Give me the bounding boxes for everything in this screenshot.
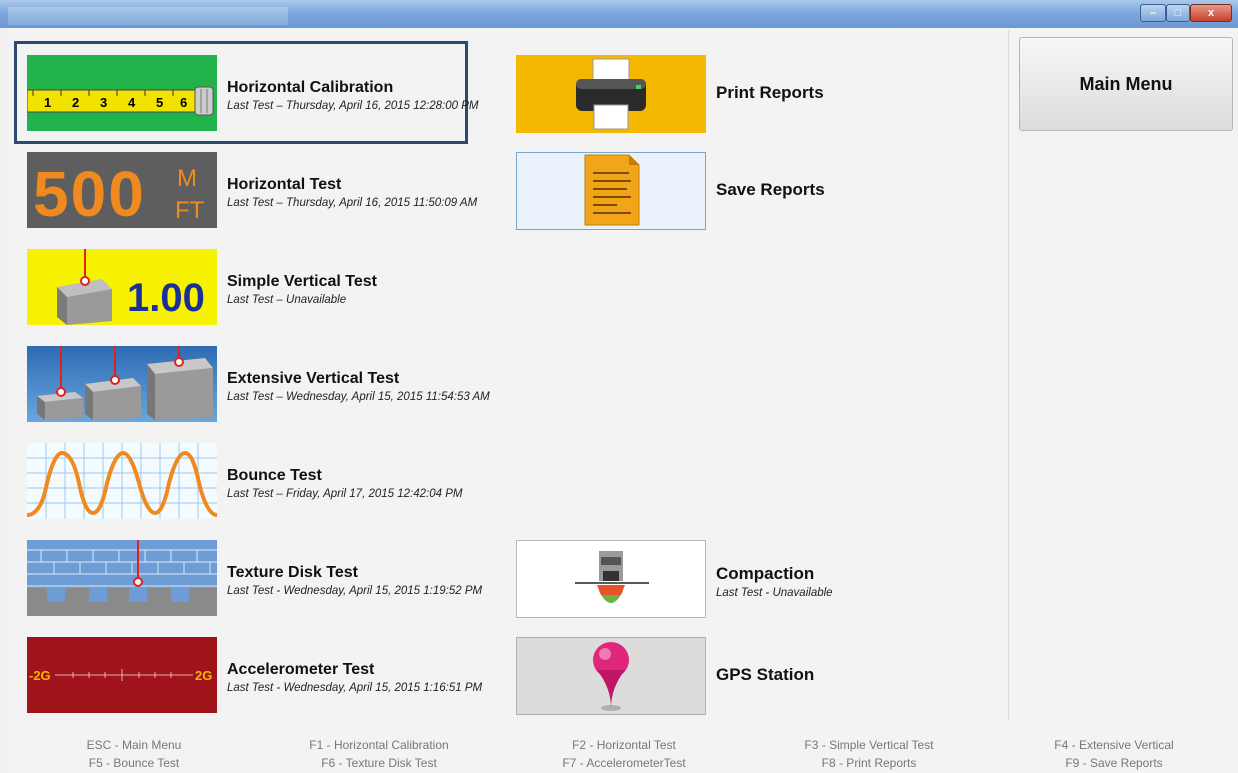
tile-title: Accelerometer Test xyxy=(227,661,375,678)
shortcut-hint: F6 - Texture Disk Test xyxy=(321,756,437,770)
tile-title: Simple Vertical Test xyxy=(227,273,377,290)
window-titlebar: – □ x xyxy=(0,0,1238,28)
tile-print-reports[interactable]: Print Reports xyxy=(516,55,916,135)
last-test-text: Last Test - Wednesday, April 15, 2015 1:… xyxy=(227,585,483,597)
last-test-text: Last Test – Friday, April 17, 2015 12:42… xyxy=(227,488,463,500)
tile-title: Compaction xyxy=(716,564,815,583)
last-test-text: Last Test – Thursday, April 16, 2015 11:… xyxy=(227,197,478,209)
shortcut-column: F1 - Horizontal Calibration F6 - Texture… xyxy=(259,736,499,772)
tile-accelerometer-test[interactable]: -2G 2G Accelerometer Test Last Test - We… xyxy=(27,637,482,717)
last-test-text: Last Test – Wednesday, April 15, 2015 11… xyxy=(227,391,490,403)
main-menu-button[interactable]: Main Menu xyxy=(1019,37,1233,131)
block-drop-icon: 1.00 xyxy=(27,249,217,325)
unit-label: FT xyxy=(175,197,205,224)
tape-tick-label: 4 xyxy=(128,95,136,110)
last-test-text: Last Test - Unavailable xyxy=(716,587,833,599)
tile-title: Print Reports xyxy=(716,83,824,102)
shortcut-column: F3 - Simple Vertical Test F8 - Print Rep… xyxy=(749,736,989,772)
tile-compaction[interactable]: Compaction Last Test - Unavailable xyxy=(516,540,916,620)
tile-gps-station[interactable]: GPS Station xyxy=(516,637,916,717)
column-divider xyxy=(1008,30,1009,720)
scale-min-label: -2G xyxy=(29,668,51,683)
shortcut-hint: F9 - Save Reports xyxy=(1065,756,1163,770)
tile-title: Horizontal Test xyxy=(227,176,342,193)
tape-measure-icon: 1 2 3 4 5 6 xyxy=(27,55,217,131)
tape-tick-label: 3 xyxy=(100,95,107,110)
titlebar-left-gloss xyxy=(8,7,288,25)
last-test-text: Last Test - Wednesday, April 15, 2015 1:… xyxy=(227,682,483,694)
printer-icon xyxy=(516,55,706,133)
shortcut-hint: F1 - Horizontal Calibration xyxy=(309,738,449,752)
shortcut-hint: F4 - Extensive Vertical xyxy=(1054,738,1174,752)
tile-title: Bounce Test xyxy=(227,467,322,484)
close-button[interactable]: x xyxy=(1190,4,1232,22)
tile-title: Extensive Vertical Test xyxy=(227,370,400,387)
tile-texture-disk-test[interactable]: Texture Disk Test Last Test - Wednesday,… xyxy=(27,540,482,620)
accelerometer-scale-icon: -2G 2G xyxy=(27,637,217,713)
tape-tick-label: 6 xyxy=(180,95,187,110)
map-pin-icon xyxy=(516,637,706,715)
shortcut-footer: ESC - Main Menu F5 - Bounce Test F1 - Ho… xyxy=(0,736,1238,773)
digital-display-icon: 500 M FT xyxy=(27,152,217,228)
bounce-wave-icon xyxy=(27,443,217,519)
shortcut-hint: F5 - Bounce Test xyxy=(88,756,180,770)
shortcut-hint: F2 - Horizontal Test xyxy=(572,738,676,752)
shortcut-column: ESC - Main Menu F5 - Bounce Test xyxy=(14,736,254,772)
minimize-button[interactable]: – xyxy=(1140,4,1166,22)
shortcut-column: F2 - Horizontal Test F7 - AccelerometerT… xyxy=(504,736,744,772)
tape-tick-label: 5 xyxy=(156,95,163,110)
shortcut-hint: ESC - Main Menu xyxy=(86,738,182,752)
tile-extensive-vertical-test[interactable]: Extensive Vertical Test Last Test – Wedn… xyxy=(27,346,490,426)
measure-value: 1.00 xyxy=(127,276,205,320)
tile-horizontal-calibration[interactable]: 1 2 3 4 5 6 Horizontal Calibration Last … xyxy=(27,55,478,135)
tile-title: Horizontal Calibration xyxy=(227,79,394,96)
tile-bounce-test[interactable]: Bounce Test Last Test – Friday, April 17… xyxy=(27,443,467,523)
document-icon xyxy=(516,152,706,230)
scale-max-label: 2G xyxy=(195,668,212,683)
shortcut-hint: F8 - Print Reports xyxy=(821,756,917,770)
texture-disk-icon xyxy=(27,540,217,616)
tile-title: Texture Disk Test xyxy=(227,564,359,581)
tile-title: Save Reports xyxy=(716,180,825,199)
tile-horizontal-test[interactable]: 500 M FT Horizontal Test Last Test – Thu… xyxy=(27,152,477,232)
tile-title: GPS Station xyxy=(716,665,815,684)
three-blocks-icon xyxy=(27,346,217,422)
tape-tick-label: 1 xyxy=(44,95,51,110)
display-value: 500 xyxy=(33,158,146,228)
shortcut-column: F4 - Extensive Vertical F9 - Save Report… xyxy=(994,736,1234,772)
tile-simple-vertical-test[interactable]: 1.00 Simple Vertical Test Last Test – Un… xyxy=(27,249,467,329)
tile-save-reports[interactable]: Save Reports xyxy=(516,152,916,232)
last-test-text: Last Test – Unavailable xyxy=(227,294,347,306)
unit-label: M xyxy=(177,165,197,192)
compaction-icon xyxy=(516,540,706,618)
last-test-text: Last Test – Thursday, April 16, 2015 12:… xyxy=(227,100,479,112)
shortcut-hint: F7 - AccelerometerTest xyxy=(562,756,686,770)
tape-tick-label: 2 xyxy=(72,95,79,110)
shortcut-hint: F3 - Simple Vertical Test xyxy=(804,738,934,752)
maximize-button[interactable]: □ xyxy=(1166,4,1190,22)
